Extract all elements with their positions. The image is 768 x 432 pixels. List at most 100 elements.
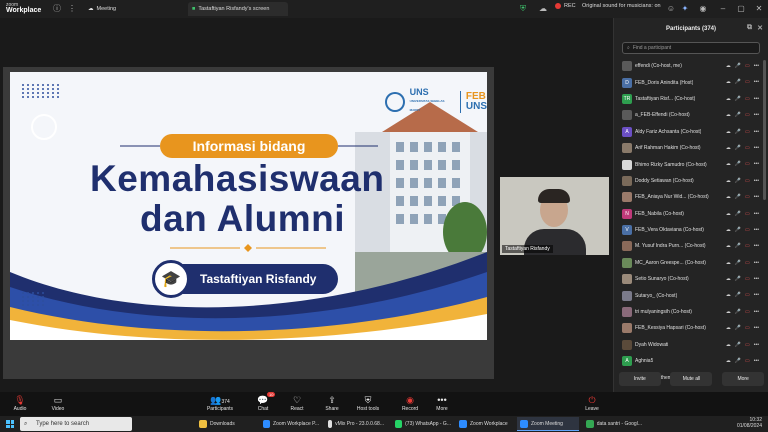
more-icon[interactable]: •••: [754, 227, 759, 233]
grid-icon[interactable]: ⋮: [67, 4, 77, 14]
participant-row[interactable]: Sutaryo_ (Co-host) ☁ 🎤 ▭ •••: [614, 287, 768, 303]
cloud-icon: ☁: [725, 358, 731, 365]
more-button[interactable]: More: [722, 372, 765, 386]
more-icon[interactable]: •••: [754, 178, 759, 184]
more-icon[interactable]: •••: [754, 129, 759, 135]
ai-companion-icon[interactable]: ✦: [680, 4, 690, 14]
taskbar-app[interactable]: Zoom Workplace: [456, 417, 514, 431]
video-button[interactable]: ▭ Video: [38, 394, 78, 412]
taskbar-search-placeholder: Type here to search: [36, 421, 90, 427]
participant-row[interactable]: MC_Aaron Greespe... (Co-host) ☁ 🎤 ▭ •••: [614, 255, 768, 271]
cloud-icon: ☁: [725, 177, 731, 184]
avatar: TR: [622, 93, 632, 104]
leave-button[interactable]: ⏻ Leave: [572, 394, 612, 412]
participant-row[interactable]: a_FEB-Effendi (Co-host) ☁ 🎤 ▭ •••: [614, 107, 768, 123]
audio-button[interactable]: 🎙 Audio: [0, 394, 40, 412]
maximize-icon[interactable]: ▢: [736, 4, 746, 14]
taskbar-search-input[interactable]: ⌕ Type here to search: [20, 417, 132, 431]
cloud-icon[interactable]: ☁: [538, 4, 548, 14]
taskbar-app[interactable]: (73) WhatsApp - G...: [392, 417, 454, 431]
tab-shared-screen[interactable]: ■ Tastaftiyan Risfandy's screen: [188, 2, 288, 16]
more-icon[interactable]: •••: [754, 63, 759, 69]
participant-row[interactable]: FEB_Aniaya Nur Wid... (Co-host) ☁ 🎤 ▭ •••: [614, 189, 768, 205]
windows-start-icon[interactable]: [6, 420, 14, 428]
more-icon[interactable]: •••: [754, 96, 759, 102]
mute-all-button[interactable]: Mute all: [670, 372, 713, 386]
close-icon[interactable]: ✕: [754, 4, 764, 14]
more-icon[interactable]: •••: [754, 79, 759, 85]
react-button[interactable]: ♡ React: [277, 394, 317, 412]
participant-row[interactable]: Arif Rahman Hakim (Co-host) ☁ 🎤 ▭ •••: [614, 140, 768, 156]
participant-name: Arif Rahman Hakim (Co-host): [635, 145, 701, 152]
more-icon[interactable]: •••: [754, 358, 759, 364]
participant-row[interactable]: M. Yusuf Indra Purn... (Co-host) ☁ 🎤 ▭ •••: [614, 238, 768, 254]
cloud-icon: ☁: [725, 79, 731, 86]
tab-meeting[interactable]: ☁ Meeting: [84, 2, 120, 16]
participant-row[interactable]: TR Tastaftiyan Risf... (Co-host) ☁ 🎤 ▭ •••: [614, 91, 768, 107]
more-icon[interactable]: •••: [754, 112, 759, 118]
taskbar-app-label: vMix Pro - 23.0.0.68...: [335, 421, 384, 427]
cloud-icon: ☁: [725, 308, 731, 315]
participant-row[interactable]: A Aghnia5 ☁ 🎤 ▭ •••: [614, 353, 768, 369]
close-panel-icon[interactable]: ✕: [757, 24, 763, 32]
share-button[interactable]: ⇪ Share: [312, 394, 352, 412]
participant-row[interactable]: Dyah Widowati ☁ 🎤 ▭ •••: [614, 337, 768, 353]
taskbar-app[interactable]: data santri - Googl...: [583, 417, 645, 431]
video-off-icon: ▭: [745, 243, 750, 250]
participant-status-icons: ☁🎤 ▭ •••: [726, 260, 759, 266]
shield-icon[interactable]: ⛨: [518, 4, 528, 14]
more-icon[interactable]: •••: [754, 260, 759, 266]
participant-scrollbar[interactable]: [763, 60, 766, 200]
more-icon[interactable]: •••: [754, 243, 759, 249]
participant-row[interactable]: A Aldy Fariz Achsanta (Co-host) ☁ 🎤 ▭ •••: [614, 124, 768, 140]
more-icon[interactable]: •••: [754, 309, 759, 315]
more-toolbar-button[interactable]: ••• More: [422, 394, 462, 412]
participant-search-input[interactable]: ⌕ Find a participant: [622, 42, 760, 54]
minimize-icon[interactable]: –: [718, 4, 728, 14]
shield-check-icon[interactable]: ◉: [698, 4, 708, 14]
more-icon[interactable]: •••: [754, 342, 759, 348]
invite-button[interactable]: Invite: [618, 372, 661, 386]
recording-indicator[interactable]: REC: [555, 3, 576, 9]
taskbar-app[interactable]: Zoom Meeting: [517, 417, 579, 431]
more-icon[interactable]: •••: [754, 325, 759, 331]
tab-shared-screen-label: Tastaftiyan Risfandy's screen: [198, 6, 270, 12]
emoji-icon[interactable]: ☺: [666, 4, 676, 14]
participant-row[interactable]: Bhimo Rizky Samudro (Co-host) ☁ 🎤 ▭ •••: [614, 156, 768, 172]
info-icon[interactable]: ⓘ: [52, 4, 62, 14]
taskbar-app[interactable]: Zoom Workplace P...: [260, 417, 322, 431]
participant-row[interactable]: D FEB_Doris Anindita (Host) ☁ 🎤 ▭ •••: [614, 74, 768, 90]
participant-row[interactable]: FEB_Kessiya Hapsari (Co-host) ☁ 🎤 ▭ •••: [614, 320, 768, 336]
video-off-icon: ▭: [745, 177, 750, 184]
host-tools-button[interactable]: ⛨ Host tools: [348, 394, 388, 412]
taskbar-app[interactable]: Downloads: [196, 417, 246, 431]
video-off-icon: ▭: [745, 112, 750, 119]
more-icon[interactable]: •••: [754, 194, 759, 200]
popout-icon[interactable]: ⧉: [747, 24, 752, 32]
taskbar-app[interactable]: vMix Pro - 23.0.0.68...: [325, 417, 387, 431]
more-icon[interactable]: •••: [754, 276, 759, 282]
more-icon[interactable]: •••: [754, 161, 759, 167]
participant-name: a_FEB-Effendi (Co-host): [635, 112, 690, 119]
more-icon[interactable]: •••: [754, 145, 759, 151]
system-clock[interactable]: 10:32 01/08/2024: [737, 417, 762, 429]
avatar: [622, 192, 632, 203]
participant-list[interactable]: effendi (Co-host, me) ☁ 🎤 ▭ ••• D FEB_Doris An…: [614, 58, 768, 400]
video-off-icon: ▭: [745, 308, 750, 315]
camera-thumbnail[interactable]: Tastaftiyan Risfandy: [500, 177, 609, 255]
participant-name: Doddy Setiawan (Co-host): [635, 177, 694, 184]
participant-row[interactable]: V FEB_Vera Oktaviana (Co-host) ☁ 🎤 ▭ •••: [614, 222, 768, 238]
mic-muted-icon: 🎤: [734, 161, 741, 168]
uns-logo-text: UNS UNIVERSITAS SEBELAS MARET: [409, 87, 445, 113]
uns-feb-logos: UNS UNIVERSITAS SEBELAS MARET FEB UNS: [385, 88, 487, 115]
participant-row[interactable]: Doddy Setiawan (Co-host) ☁ 🎤 ▭ •••: [614, 173, 768, 189]
shared-screen[interactable]: UNS UNIVERSITAS SEBELAS MARET FEB UNS In…: [3, 67, 494, 379]
participant-row[interactable]: N FEB_Nabila (Co-host) ☁ 🎤 ▭ •••: [614, 206, 768, 222]
participants-button[interactable]: 👥374 Participants: [200, 394, 240, 412]
original-sound-status[interactable]: Original sound for musicians: on: [582, 3, 661, 9]
participant-row[interactable]: tri mulyaningsih (Co-host) ☁ 🎤 ▭ •••: [614, 304, 768, 320]
more-icon[interactable]: •••: [754, 292, 759, 298]
more-icon[interactable]: •••: [754, 211, 759, 217]
participant-row[interactable]: Setio Sunaryo (Co-host) ☁ 🎤 ▭ •••: [614, 271, 768, 287]
participant-row[interactable]: effendi (Co-host, me) ☁ 🎤 ▭ •••: [614, 58, 768, 74]
